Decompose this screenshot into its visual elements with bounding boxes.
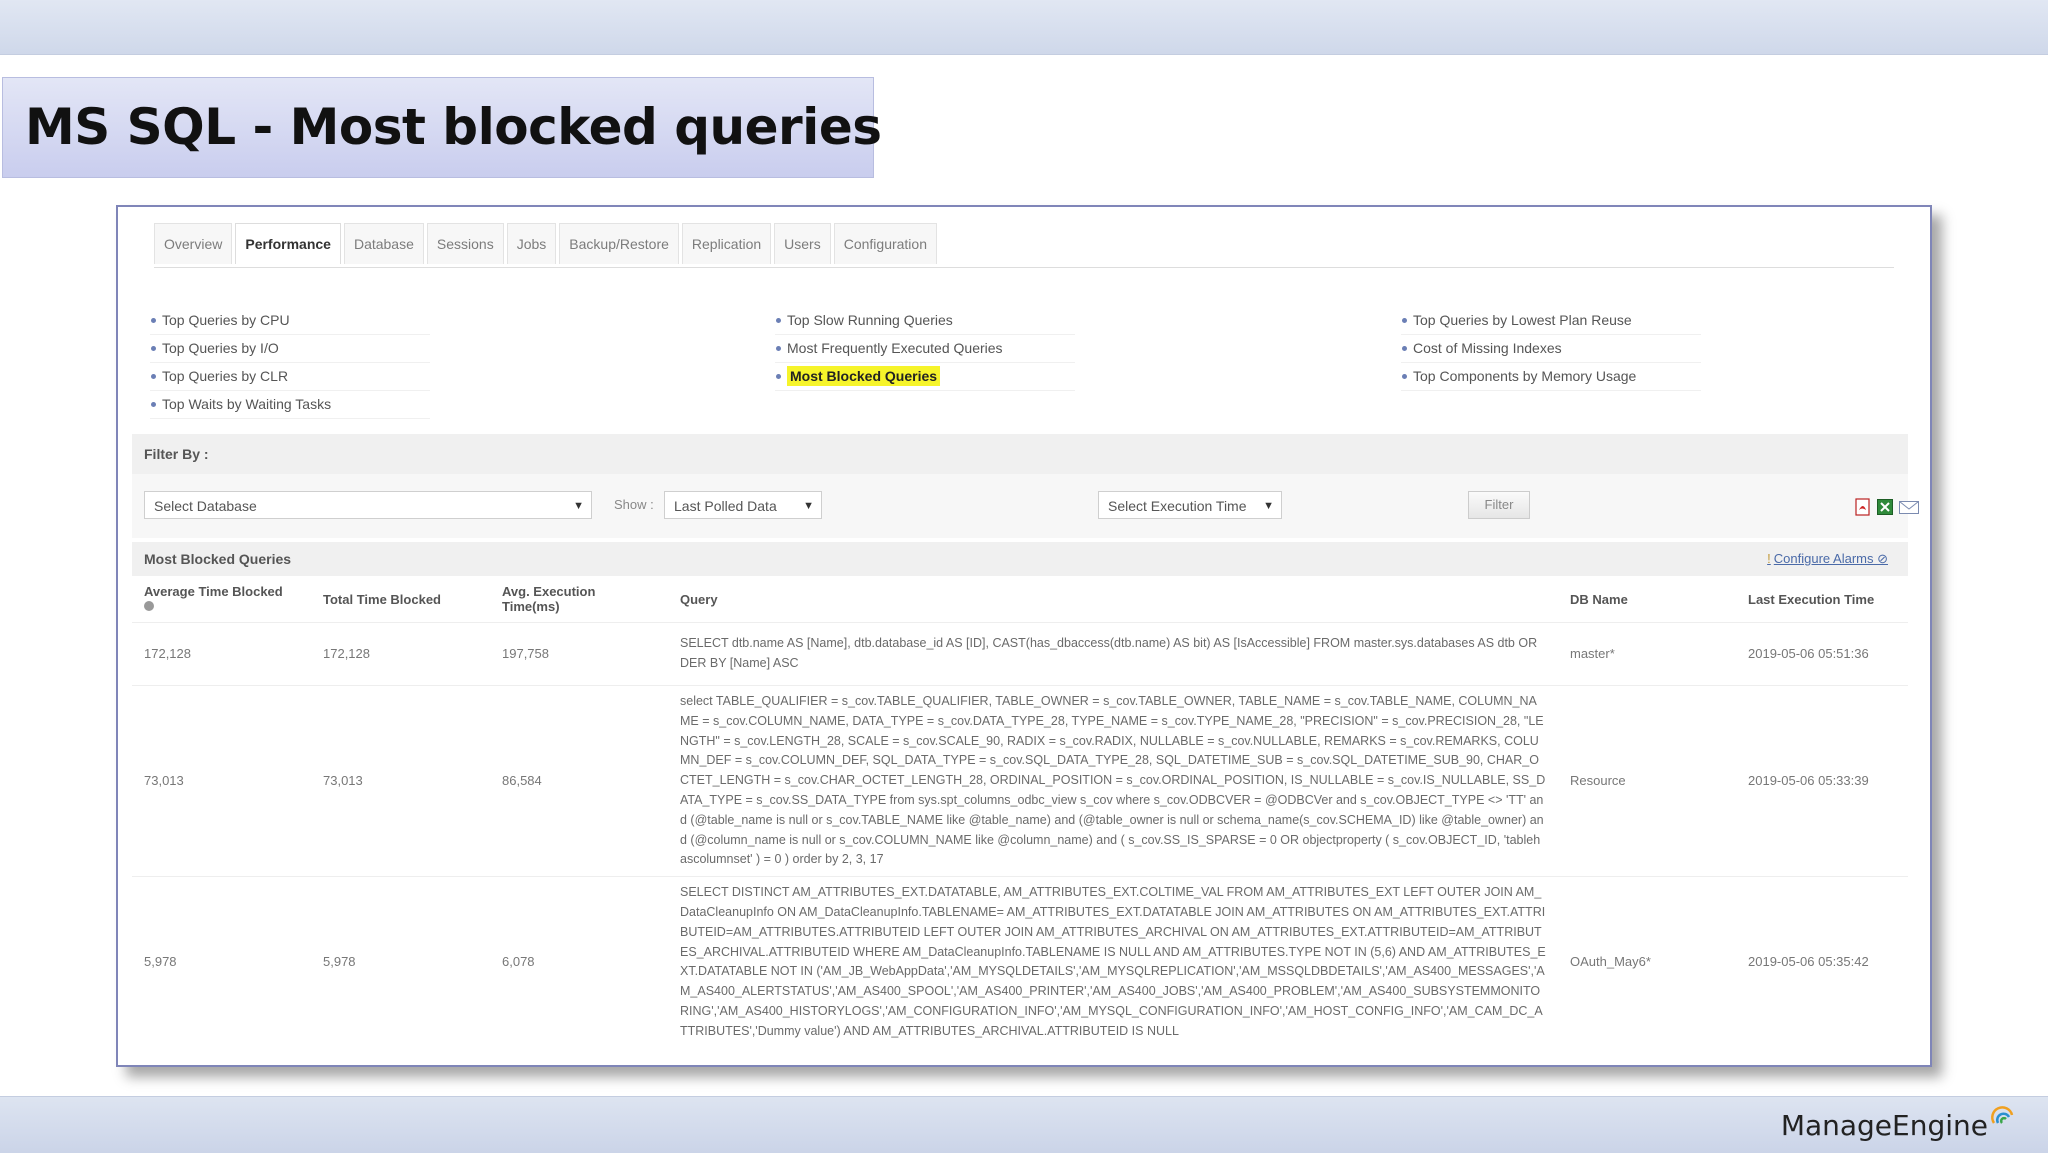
brand-logo: ManageEngine [1781,1104,2016,1146]
link-top-slow-running[interactable]: Top Slow Running Queries [775,307,1075,335]
link-column-2: Top Slow Running Queries Most Frequently… [775,307,1075,391]
highlighted-link-label: Most Blocked Queries [787,366,941,386]
link-memory-usage[interactable]: Top Components by Memory Usage [1401,363,1701,391]
db-name-cell: OAuth_May6* [1558,876,1736,1048]
brand-name: ManageEngine [1780,1108,1988,1142]
slide-title: MS SQL - Most blocked queries [25,98,882,156]
link-most-blocked-queries[interactable]: Most Blocked Queries [775,363,1075,391]
link-column-3: Top Queries by Lowest Plan Reuse Cost of… [1401,307,1701,391]
show-select[interactable]: Last Polled Data ▼ [664,491,822,519]
avg-execution-time-cell: 197,758 [490,622,668,686]
export-icons [1854,498,1920,516]
link-column-1: Top Queries by CPU Top Queries by I/O To… [150,307,430,419]
total-time-blocked-cell: 172,128 [311,622,490,686]
total-time-blocked-cell: 73,013 [311,684,490,877]
link-top-waits[interactable]: Top Waits by Waiting Tasks [150,391,430,419]
last-execution-time-cell: 2019-05-06 05:33:39 [1736,684,1908,877]
configure-alarms-link[interactable]: ! Configure Alarms ⊘ [1767,542,1888,576]
tab-backup-restore[interactable]: Backup/Restore [559,223,679,264]
slide-bottom-band [0,1096,2048,1153]
filter-button[interactable]: Filter [1468,491,1530,519]
link-top-queries-io[interactable]: Top Queries by I/O [150,335,430,363]
filter-heading: Filter By : [132,434,1908,474]
link-most-frequently-executed[interactable]: Most Frequently Executed Queries [775,335,1075,363]
table-heading: Most Blocked Queries ! Configure Alarms ⊘ [132,542,1908,576]
total-time-blocked-cell: 5,978 [311,876,490,1048]
slide-top-band [0,0,2048,55]
table-row: 5,978 5,978 6,078 SELECT DISTINCT AM_ATT… [132,876,1908,1048]
query-cell: SELECT DISTINCT AM_ATTRIBUTES_EXT.DATATA… [668,876,1558,1048]
app-screenshot: Overview Performance Database Sessions J… [116,205,1932,1067]
query-cell: select TABLE_QUALIFIER = s_cov.TABLE_QUA… [668,684,1558,877]
excel-export-icon[interactable] [1876,498,1894,516]
avg-time-blocked-cell: 5,978 [132,876,311,1048]
last-execution-time-cell: 2019-05-06 05:51:36 [1736,622,1908,686]
alarm-icon: ! [1767,551,1771,566]
table-header-row: Average Time Blocked Total Time Blocked … [132,576,1908,623]
dropdown-arrow-icon: ▼ [573,500,584,512]
column-header[interactable]: DB Name [1558,576,1736,623]
tab-users[interactable]: Users [774,223,831,264]
link-lowest-plan-reuse[interactable]: Top Queries by Lowest Plan Reuse [1401,307,1701,335]
query-cell: SELECT dtb.name AS [Name], dtb.database_… [668,622,1558,686]
dropdown-arrow-icon: ▼ [1263,500,1274,512]
table-row: 172,128 172,128 197,758 SELECT dtb.name … [132,622,1908,686]
tab-database[interactable]: Database [343,223,424,264]
link-top-queries-cpu[interactable]: Top Queries by CPU [150,307,430,335]
tab-overview[interactable]: Overview [154,223,233,264]
last-execution-time-cell: 2019-05-06 05:35:42 [1736,876,1908,1048]
sort-icon[interactable] [144,601,154,611]
tab-configuration[interactable]: Configuration [833,223,937,264]
configure-alarms-label: Configure Alarms [1773,551,1874,566]
execution-time-select[interactable]: Select Execution Time ▼ [1098,491,1282,519]
column-header[interactable]: Query [668,576,1558,623]
tab-performance[interactable]: Performance [235,223,341,264]
database-select[interactable]: Select Database ▼ [144,491,592,519]
db-name-cell: master* [1558,622,1736,686]
column-header[interactable]: Avg. Execution Time(ms) [490,576,668,623]
pdf-export-icon[interactable] [1854,498,1872,516]
blocked-queries-table: Average Time Blocked Total Time Blocked … [132,576,1908,1048]
column-header[interactable]: Total Time Blocked [311,576,490,623]
avg-time-blocked-cell: 172,128 [132,622,311,686]
email-export-icon[interactable] [1898,498,1920,516]
table-title: Most Blocked Queries [144,551,292,567]
execution-time-select-value: Select Execution Time [1108,498,1247,514]
link-top-queries-clr[interactable]: Top Queries by CLR [150,363,430,391]
link-missing-indexes[interactable]: Cost of Missing Indexes [1401,335,1701,363]
table-row: 73,013 73,013 86,584 select TABLE_QUALIF… [132,684,1908,877]
slide-title-box: MS SQL - Most blocked queries [2,77,882,178]
tab-jobs[interactable]: Jobs [506,223,557,264]
column-header[interactable]: Average Time Blocked [132,576,311,623]
column-header[interactable]: Last Execution Time [1736,576,1908,623]
tab-replication[interactable]: Replication [681,223,772,264]
filter-row: Select Database ▼ Show : Last Polled Dat… [132,474,1919,538]
database-select-value: Select Database [154,498,257,514]
avg-execution-time-cell: 86,584 [490,684,668,877]
show-select-value: Last Polled Data [674,498,777,514]
tab-bar: Overview Performance Database Sessions J… [154,223,1894,268]
avg-execution-time-cell: 6,078 [490,876,668,1048]
show-label: Show : [614,497,654,512]
tab-sessions[interactable]: Sessions [426,223,504,264]
brand-swirl-icon [1991,1106,2014,1124]
column-header-label: Average Time Blocked [144,584,283,599]
avg-time-blocked-cell: 73,013 [132,684,311,877]
db-name-cell: Resource [1558,684,1736,877]
dropdown-arrow-icon: ▼ [803,500,814,512]
